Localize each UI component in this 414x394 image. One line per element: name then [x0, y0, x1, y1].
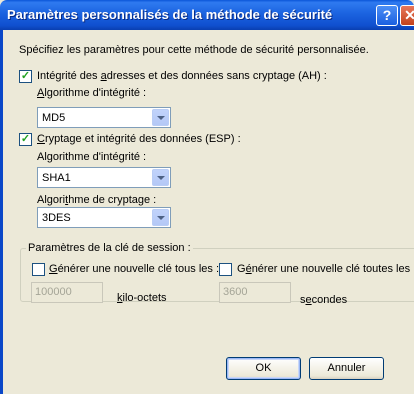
chevron-down-icon[interactable] — [152, 169, 169, 186]
esp-encryption-value: 3DES — [42, 212, 71, 224]
esp-encryption-pre: Algori — [37, 194, 66, 206]
ah-label-post: dresses et des données sans cryptage (AH… — [106, 70, 327, 82]
ah-checkbox[interactable]: ✓ — [19, 70, 32, 83]
chevron-down-icon[interactable] — [152, 109, 169, 126]
window-title: Paramètres personnalisés de la méthode d… — [7, 7, 333, 22]
sec-checkbox[interactable] — [219, 263, 232, 276]
ah-algo-label-rest: lgorithme d'intégrité : — [44, 87, 147, 99]
ah-algorithm-label: Algorithme d'intégrité : — [37, 87, 146, 99]
close-icon: ✕ — [404, 7, 414, 23]
sec-checkbox-label[interactable]: Générer une nouvelle clé toutes les : — [237, 263, 414, 275]
esp-integrity-label: Algorithme d'intégrité : — [37, 151, 146, 163]
esp-encryption-select[interactable]: 3DES — [37, 207, 171, 228]
sec-unit-label: secondes — [300, 294, 347, 306]
esp-integrity-pre: Al — [37, 151, 47, 163]
ah-algorithm-select[interactable]: MD5 — [37, 107, 171, 128]
esp-encryption-label: Algorithme de cryptage : — [37, 194, 156, 206]
help-button[interactable]: ? — [376, 5, 398, 26]
kb-value-input[interactable]: 100000 — [31, 282, 103, 303]
esp-integrity-select[interactable]: SHA1 — [37, 167, 171, 188]
sec-label-post: nérer une nouvelle clé toutes les : — [251, 263, 414, 275]
title-bar[interactable]: Paramètres personnalisés de la méthode d… — [0, 0, 414, 30]
sec-value-input[interactable]: 3600 — [219, 282, 291, 303]
session-key-group-label: Paramètres de la clé de session : — [26, 242, 193, 254]
ah-checkbox-label[interactable]: Intégrité des adresses et des données sa… — [37, 70, 327, 82]
esp-label-mnemonic: C — [37, 133, 45, 145]
chevron-down-icon[interactable] — [152, 209, 169, 226]
esp-checkbox[interactable]: ✓ — [19, 133, 32, 146]
ah-algorithm-value: MD5 — [42, 112, 66, 124]
ah-check-icon: ✓ — [20, 70, 31, 82]
esp-encryption-post: hme de cryptage : — [68, 194, 157, 206]
cancel-button[interactable]: Annuler — [309, 357, 384, 380]
esp-integrity-post: orithme d'intégrité : — [52, 151, 147, 163]
ok-button[interactable]: OK — [226, 357, 301, 380]
kb-checkbox-label[interactable]: Générer une nouvelle clé tous les : — [49, 263, 219, 275]
esp-label-rest: ryptage et intégrité des données (ESP) : — [44, 133, 241, 145]
ah-label-pre: Intégrité des — [37, 70, 101, 82]
esp-checkbox-label[interactable]: Cryptage et intégrité des données (ESP) … — [37, 133, 241, 145]
kb-label-mnemonic: G — [49, 263, 58, 275]
kb-unit-rest: ilo-octets — [122, 292, 167, 304]
kb-unit-label: kilo-octets — [117, 292, 167, 304]
help-icon: ? — [382, 7, 392, 23]
sec-unit-post: condes — [311, 294, 348, 306]
sec-label-pre: G — [237, 263, 246, 275]
kb-label-rest: énérer une nouvelle clé tous les : — [57, 263, 219, 275]
esp-integrity-value: SHA1 — [42, 172, 71, 184]
intro-text: Spécifiez les paramètres pour cette méth… — [19, 44, 369, 56]
close-button[interactable]: ✕ — [400, 5, 414, 26]
kb-checkbox[interactable] — [32, 263, 45, 276]
esp-check-icon: ✓ — [20, 133, 31, 145]
